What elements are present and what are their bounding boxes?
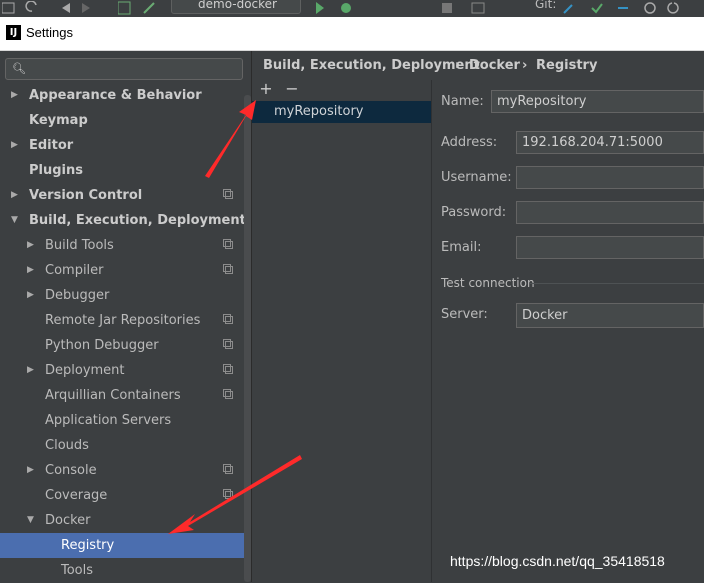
annotation-arrow-top (205, 100, 256, 178)
watermark-text: https://blog.csdn.net/qq_35418518 (450, 553, 665, 569)
annotation-arrow-bottom (168, 455, 302, 534)
annotation-arrows (168, 100, 302, 534)
